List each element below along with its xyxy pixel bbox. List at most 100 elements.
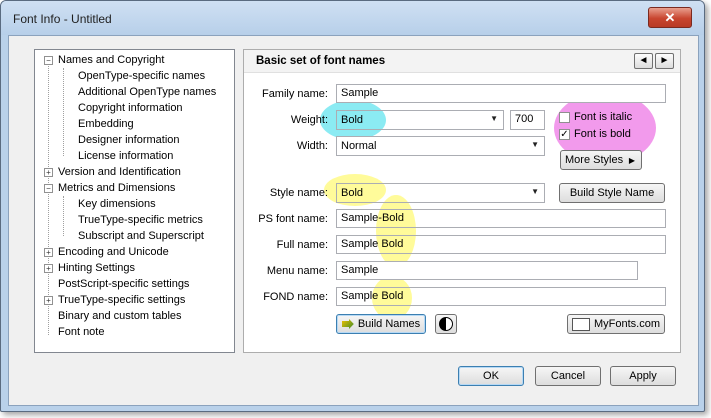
build-style-name-label: Build Style Name bbox=[569, 187, 655, 199]
ok-button[interactable]: OK bbox=[458, 366, 524, 386]
expand-icon[interactable]: + bbox=[44, 168, 53, 177]
close-button[interactable]: ✕ bbox=[648, 7, 692, 28]
caret-right-icon: ▶ bbox=[628, 155, 635, 165]
italic-checkbox[interactable] bbox=[559, 112, 570, 123]
tree-item-label: TrueType-specific metrics bbox=[78, 214, 203, 226]
myfonts-logo-icon bbox=[571, 317, 590, 331]
tree-item-label: Embedding bbox=[78, 118, 134, 130]
build-style-name-button[interactable]: Build Style Name bbox=[559, 183, 665, 203]
close-icon: ✕ bbox=[664, 9, 676, 25]
bold-checkbox-label: Font is bold bbox=[574, 128, 631, 140]
tree-guide-line bbox=[63, 68, 64, 156]
font-names-panel: Basic set of font names ◄ ► Family name:… bbox=[243, 49, 681, 353]
apply-label: Apply bbox=[629, 370, 657, 382]
family-name-label: Family name: bbox=[261, 88, 328, 100]
tree-item-label: Names and Copyright bbox=[58, 54, 165, 66]
tree-item-label: Hinting Settings bbox=[58, 262, 136, 274]
weight-number-field[interactable]: 700 bbox=[510, 110, 545, 130]
full-name-field[interactable]: Sample Bold bbox=[336, 235, 666, 254]
tree-item-label: Designer information bbox=[78, 134, 180, 146]
tree-item-additional-opentype-names[interactable]: Additional OpenType names bbox=[78, 86, 216, 98]
dialog-body: − Names and Copyright OpenType-specific … bbox=[8, 35, 699, 406]
myfonts-label: MyFonts.com bbox=[593, 318, 660, 330]
checkmark-icon: ✓ bbox=[560, 129, 569, 140]
tree-item-label: Font note bbox=[58, 326, 105, 338]
tree-item-label: Version and Identification bbox=[58, 166, 181, 178]
weight-value: Bold bbox=[341, 114, 364, 126]
family-name-field[interactable]: Sample bbox=[336, 84, 666, 103]
build-names-button[interactable]: Build Names bbox=[336, 314, 426, 334]
tree-guide-line bbox=[63, 196, 64, 236]
more-styles-label: More Styles bbox=[565, 154, 624, 166]
menu-name-label: Menu name: bbox=[266, 265, 328, 277]
tree-item-subscript-and-superscript[interactable]: Subscript and Superscript bbox=[78, 230, 204, 242]
style-name-dropdown[interactable]: Bold ▼ bbox=[336, 183, 545, 203]
window-title: Font Info - Untitled bbox=[13, 12, 112, 26]
tree-item-license-information[interactable]: License information bbox=[78, 150, 173, 162]
tree-item-label: TrueType-specific settings bbox=[58, 294, 186, 306]
ps-font-name-label: PS font name: bbox=[258, 213, 328, 225]
expand-icon[interactable]: + bbox=[44, 248, 53, 257]
chevron-down-icon: ▼ bbox=[531, 187, 539, 196]
build-names-label: Build Names bbox=[357, 318, 421, 330]
myfonts-button[interactable]: MyFonts.com bbox=[567, 314, 665, 334]
tree-item-opentype-names[interactable]: OpenType-specific names bbox=[78, 70, 205, 82]
tree-item-font-note[interactable]: Font note bbox=[58, 326, 104, 338]
style-name-value: Bold bbox=[341, 187, 364, 199]
ps-font-name-field[interactable]: Sample-Bold bbox=[336, 209, 666, 228]
cancel-button[interactable]: Cancel bbox=[535, 366, 601, 386]
tree-item-label: Encoding and Unicode bbox=[58, 246, 169, 258]
weight-label: Weight: bbox=[290, 114, 328, 126]
width-dropdown[interactable]: Normal ▼ bbox=[336, 136, 545, 156]
panel-header: Basic set of font names ◄ ► bbox=[244, 50, 680, 73]
tree-item-label: Subscript and Superscript bbox=[78, 230, 204, 242]
tree-item-copyright-information[interactable]: Copyright information bbox=[78, 102, 183, 114]
fond-name-label: FOND name: bbox=[263, 291, 328, 303]
bold-checkbox[interactable]: ✓ bbox=[559, 129, 570, 140]
full-name-label: Full name: bbox=[276, 239, 328, 251]
tree-item-postscript-settings[interactable]: PostScript-specific settings bbox=[58, 278, 189, 290]
panel-title: Basic set of font names bbox=[256, 55, 386, 67]
build-wand-icon bbox=[341, 319, 354, 329]
tree-item-label: OpenType-specific names bbox=[78, 70, 206, 82]
ps-full-name-highlight bbox=[376, 195, 416, 267]
tree-item-label: Additional OpenType names bbox=[78, 86, 217, 98]
cancel-label: Cancel bbox=[550, 370, 586, 382]
fond-name-field[interactable]: Sample Bold bbox=[336, 287, 666, 306]
tree-item-embedding[interactable]: Embedding bbox=[78, 118, 134, 130]
tree-item-label: PostScript-specific settings bbox=[58, 278, 190, 290]
arrow-right-icon: ► bbox=[659, 55, 670, 66]
tree-item-designer-information[interactable]: Designer information bbox=[78, 134, 180, 146]
weight-dropdown[interactable]: Bold ▼ bbox=[336, 110, 504, 130]
yin-yang-button[interactable] bbox=[435, 314, 457, 334]
tree-item-label: Copyright information bbox=[78, 102, 183, 114]
tree-item-key-dimensions[interactable]: Key dimensions bbox=[78, 198, 156, 210]
style-name-label: Style name: bbox=[269, 187, 328, 199]
chevron-down-icon: ▼ bbox=[531, 140, 539, 149]
menu-name-field[interactable]: Sample bbox=[336, 261, 638, 280]
tree-item-label: Metrics and Dimensions bbox=[58, 182, 176, 194]
expand-icon[interactable]: + bbox=[44, 296, 53, 305]
tree-item-binary-and-custom-tables[interactable]: Binary and custom tables bbox=[58, 310, 182, 322]
expand-icon[interactable]: + bbox=[44, 264, 53, 273]
next-page-button[interactable]: ► bbox=[655, 53, 674, 69]
tree-item-label: Key dimensions bbox=[78, 198, 156, 210]
italic-checkbox-label: Font is italic bbox=[574, 111, 633, 123]
width-value: Normal bbox=[341, 140, 377, 152]
collapse-icon[interactable]: − bbox=[44, 184, 53, 193]
width-label: Width: bbox=[296, 140, 328, 152]
tree-item-truetype-metrics[interactable]: TrueType-specific metrics bbox=[78, 214, 203, 226]
tree-guide-line bbox=[48, 62, 49, 335]
chevron-down-icon: ▼ bbox=[490, 114, 498, 123]
apply-button[interactable]: Apply bbox=[610, 366, 676, 386]
previous-page-button[interactable]: ◄ bbox=[634, 53, 653, 69]
font-info-dialog: Font Info - Untitled ✕ − Names and Copyr… bbox=[0, 0, 705, 412]
category-tree[interactable]: − Names and Copyright OpenType-specific … bbox=[34, 49, 235, 353]
tree-item-label: License information bbox=[78, 150, 174, 162]
tree-item-label: Binary and custom tables bbox=[58, 310, 182, 322]
collapse-icon[interactable]: − bbox=[44, 56, 53, 65]
more-styles-button[interactable]: More Styles ▶ bbox=[560, 150, 642, 170]
ok-label: OK bbox=[483, 370, 499, 382]
yin-yang-icon bbox=[439, 317, 453, 331]
title-bar[interactable]: Font Info - Untitled ✕ bbox=[1, 1, 704, 35]
